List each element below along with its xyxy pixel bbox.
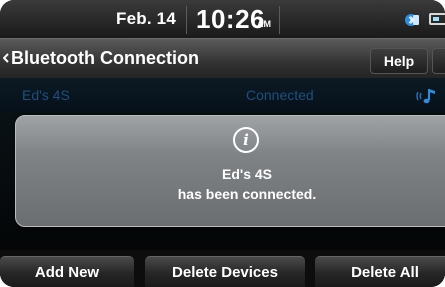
device-name: Ed's 4S (22, 87, 70, 103)
add-new-button[interactable]: Add New (0, 256, 134, 287)
screen: Feb. 14 10:26 AM Bluetooth Connection He… (0, 0, 445, 287)
help-button[interactable]: Help (370, 48, 428, 74)
battery-icon (429, 13, 445, 25)
header-bar: Bluetooth Connection Help (0, 38, 445, 78)
dialog-device-name: Ed's 4S (221, 166, 273, 182)
status-ampm: AM (257, 19, 271, 29)
status-divider (279, 6, 280, 34)
bluetooth-phone-icon (405, 14, 419, 26)
dialog-message: has been connected. (177, 186, 317, 202)
softkey-bar: Add New Delete Devices Delete All (0, 250, 445, 287)
status-time: 10:26 (196, 4, 265, 34)
page-title: Bluetooth Connection (11, 48, 199, 68)
status-bar: Feb. 14 10:26 AM (0, 0, 445, 38)
connection-dialog: i Ed's 4S has been connected. (15, 115, 445, 227)
delete-devices-button[interactable]: Delete Devices (145, 256, 305, 287)
audio-streaming-icon (416, 89, 435, 104)
more-button[interactable] (432, 48, 445, 74)
status-divider (186, 6, 187, 34)
device-status: Connected (246, 87, 314, 103)
status-date: Feb. 14 (116, 9, 176, 28)
delete-all-button[interactable]: Delete All (315, 256, 445, 287)
list-item[interactable]: Ed's 4S Connected (0, 78, 445, 112)
info-icon: i (233, 127, 259, 153)
chevron-left-icon[interactable] (3, 53, 9, 63)
